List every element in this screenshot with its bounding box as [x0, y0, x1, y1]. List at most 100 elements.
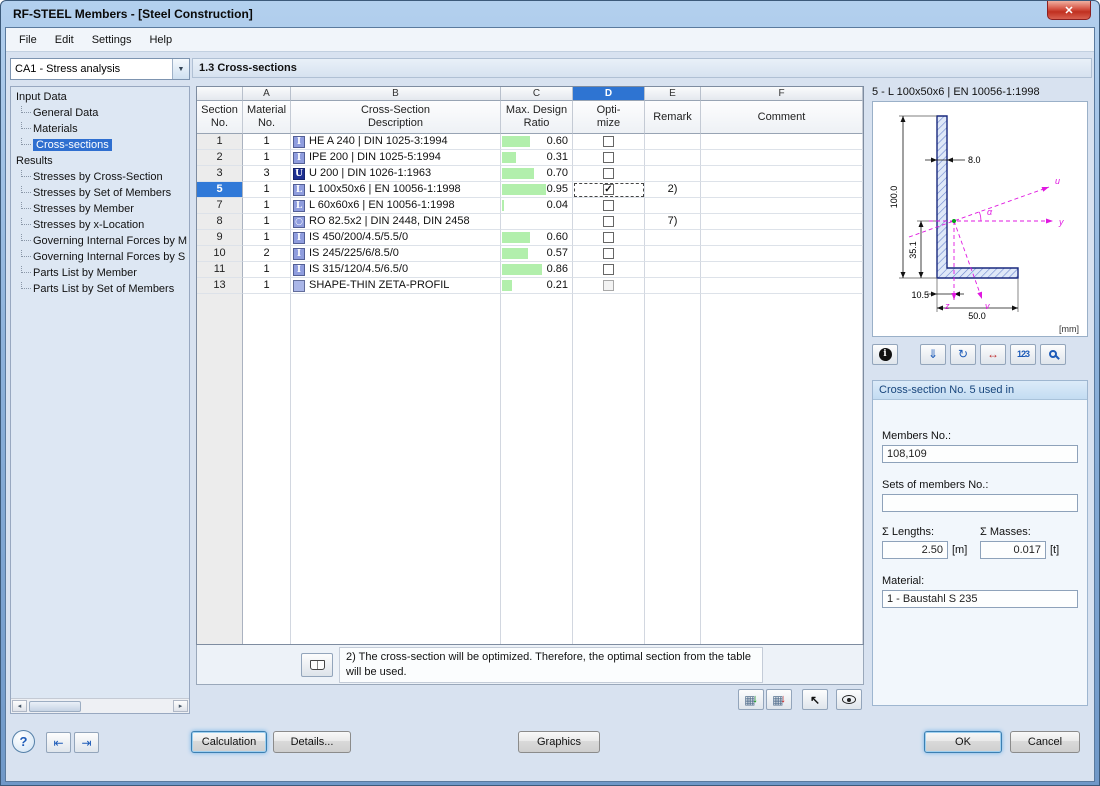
cross-section-library-button[interactable]: [301, 652, 333, 677]
column-header-max-design-ratio[interactable]: Max. Design Ratio: [501, 101, 573, 134]
optimize-checkbox[interactable]: [603, 232, 614, 243]
table-row-3[interactable]: 33UU 200 | DIN 1026-1:1963 0.70: [197, 166, 863, 182]
toggle-result-panel-button[interactable]: ⇥: [74, 732, 99, 753]
column-header-opti-mize[interactable]: Opti- mize: [573, 101, 645, 134]
sets-field[interactable]: [882, 494, 1078, 512]
remark-cell[interactable]: [645, 246, 701, 262]
section-no-cell[interactable]: 5: [197, 182, 243, 198]
description-cell[interactable]: I IS 450/200/4.5/5.5/0: [291, 230, 501, 246]
section-no-cell[interactable]: 1: [197, 134, 243, 150]
comment-cell[interactable]: [701, 134, 863, 150]
table-row-13[interactable]: 13 1 SHAPE-THIN ZETA-PROFIL 0.21: [197, 278, 863, 294]
members-field[interactable]: 108,109: [882, 445, 1078, 463]
nav-group-input-data[interactable]: Input Data: [11, 89, 189, 105]
ratio-cell[interactable]: 0.86: [501, 262, 573, 278]
info-button[interactable]: i: [872, 343, 898, 365]
nav-item-governing-internal-forces-by-m[interactable]: Governing Internal Forces by M: [11, 233, 189, 249]
description-cell[interactable]: L L 100x50x6 | EN 10056-1:1998: [291, 182, 501, 198]
save-graphic-button[interactable]: ⇓: [920, 343, 946, 365]
optimize-checkbox[interactable]: [603, 216, 614, 227]
description-cell[interactable]: I HE A 240 | DIN 1025-3:1994: [291, 134, 501, 150]
toggle-nav-panel-button[interactable]: ⇤: [46, 732, 71, 753]
description-cell[interactable]: I IS 245/225/6/8.5/0: [291, 246, 501, 262]
column-letter-B[interactable]: B: [291, 87, 501, 101]
ratio-cell[interactable]: 0.57: [501, 246, 573, 262]
optimize-checkbox[interactable]: [603, 264, 614, 275]
ratio-cell[interactable]: 0.60: [501, 134, 573, 150]
optimize-cell[interactable]: [573, 262, 645, 278]
comment-cell[interactable]: [701, 278, 863, 294]
case-selector[interactable]: CA1 - Stress analysis ▼: [10, 58, 190, 80]
nav-item-parts-list-by-member[interactable]: Parts List by Member: [11, 265, 189, 281]
description-cell[interactable]: L L 60x60x6 | EN 10056-1:1998: [291, 198, 501, 214]
description-cell[interactable]: ○ RO 82.5x2 | DIN 2448, DIN 2458: [291, 214, 501, 230]
optimize-cell[interactable]: [573, 134, 645, 150]
help-button[interactable]: ?: [12, 730, 35, 753]
optimize-checkbox[interactable]: [603, 248, 614, 259]
column-header-material-no[interactable]: Material No.: [243, 101, 291, 134]
values-toggle-button[interactable]: 123: [1010, 343, 1036, 365]
menu-help[interactable]: Help: [140, 31, 181, 49]
optimize-cell[interactable]: [573, 230, 645, 246]
description-cell[interactable]: I IPE 200 | DIN 1025-5:1994: [291, 150, 501, 166]
column-header-cross-section-description[interactable]: Cross-Section Description: [291, 101, 501, 134]
remark-cell[interactable]: [645, 198, 701, 214]
description-cell[interactable]: SHAPE-THIN ZETA-PROFIL: [291, 278, 501, 294]
material-no-cell[interactable]: 2: [243, 246, 291, 262]
ratio-cell[interactable]: 0.70: [501, 166, 573, 182]
ok-button[interactable]: OK: [924, 731, 1002, 753]
description-cell[interactable]: U U 200 | DIN 1026-1:1963: [291, 166, 501, 182]
ratio-cell[interactable]: 0.60: [501, 230, 573, 246]
description-cell[interactable]: I IS 315/120/4.5/6.5/0: [291, 262, 501, 278]
view-button[interactable]: [836, 689, 862, 710]
column-letter-C[interactable]: C: [501, 87, 573, 101]
comment-cell[interactable]: [701, 150, 863, 166]
column-letter-D[interactable]: D: [573, 87, 645, 101]
close-button[interactable]: ✕: [1047, 1, 1091, 20]
column-letter-F[interactable]: F: [701, 87, 863, 101]
nav-hscrollbar[interactable]: ◂ ▸: [11, 698, 189, 713]
details-button[interactable]: Details...: [273, 731, 351, 753]
optimize-cell[interactable]: [573, 278, 645, 294]
export-rows-button[interactable]: ▦ ↓: [766, 689, 792, 710]
column-header-comment[interactable]: Comment: [701, 101, 863, 134]
nav-group-results[interactable]: Results: [11, 153, 189, 169]
table-row-10[interactable]: 10 2 I IS 245/225/6/8.5/0 0.57: [197, 246, 863, 262]
optimize-cell[interactable]: [573, 166, 645, 182]
section-no-cell[interactable]: 9: [197, 230, 243, 246]
import-rows-button[interactable]: ▦ ↓: [738, 689, 764, 710]
remark-cell[interactable]: 7): [645, 214, 701, 230]
section-no-cell[interactable]: 7: [197, 198, 243, 214]
remark-cell[interactable]: [645, 134, 701, 150]
comment-cell[interactable]: [701, 262, 863, 278]
section-no-cell[interactable]: 2: [197, 150, 243, 166]
table-row-9[interactable]: 9 1 I IS 450/200/4.5/5.5/0 0.60: [197, 230, 863, 246]
remark-cell[interactable]: [645, 262, 701, 278]
material-no-cell[interactable]: 1: [243, 182, 291, 198]
optimize-cell[interactable]: ✓: [573, 182, 645, 198]
optimize-checkbox[interactable]: [603, 136, 614, 147]
section-no-cell[interactable]: 8: [197, 214, 243, 230]
material-no-cell[interactable]: 1: [243, 214, 291, 230]
cancel-button[interactable]: Cancel: [1010, 731, 1080, 753]
nav-item-stresses-by-set-of-members[interactable]: Stresses by Set of Members: [11, 185, 189, 201]
remark-cell[interactable]: [645, 278, 701, 294]
comment-cell[interactable]: [701, 198, 863, 214]
nav-item-governing-internal-forces-by-s[interactable]: Governing Internal Forces by S: [11, 249, 189, 265]
remark-cell[interactable]: [645, 166, 701, 182]
optimize-checkbox[interactable]: ✓: [603, 184, 614, 195]
title-bar[interactable]: RF-STEEL Members - [Steel Construction] …: [5, 1, 1095, 27]
material-no-cell[interactable]: 1: [243, 262, 291, 278]
section-no-cell[interactable]: 10: [197, 246, 243, 262]
material-no-cell[interactable]: 1: [243, 134, 291, 150]
column-letter-A[interactable]: A: [243, 87, 291, 101]
table-row-5[interactable]: 51L L 100x50x6 | EN 10056-1:1998 0.95 ✓ 2): [197, 182, 863, 198]
column-header-remark[interactable]: Remark: [645, 101, 701, 134]
nav-item-stresses-by-cross-section[interactable]: Stresses by Cross-Section: [11, 169, 189, 185]
ratio-cell[interactable]: 0.21: [501, 278, 573, 294]
column-letter-E[interactable]: E: [645, 87, 701, 101]
table-row-2[interactable]: 2 1 I IPE 200 | DIN 1025-5:1994 0.31: [197, 150, 863, 166]
optimize-cell[interactable]: [573, 246, 645, 262]
table-row-8[interactable]: 8 1 ○ RO 82.5x2 | DIN 2448, DIN 2458 7): [197, 214, 863, 230]
material-no-cell[interactable]: 1: [243, 198, 291, 214]
